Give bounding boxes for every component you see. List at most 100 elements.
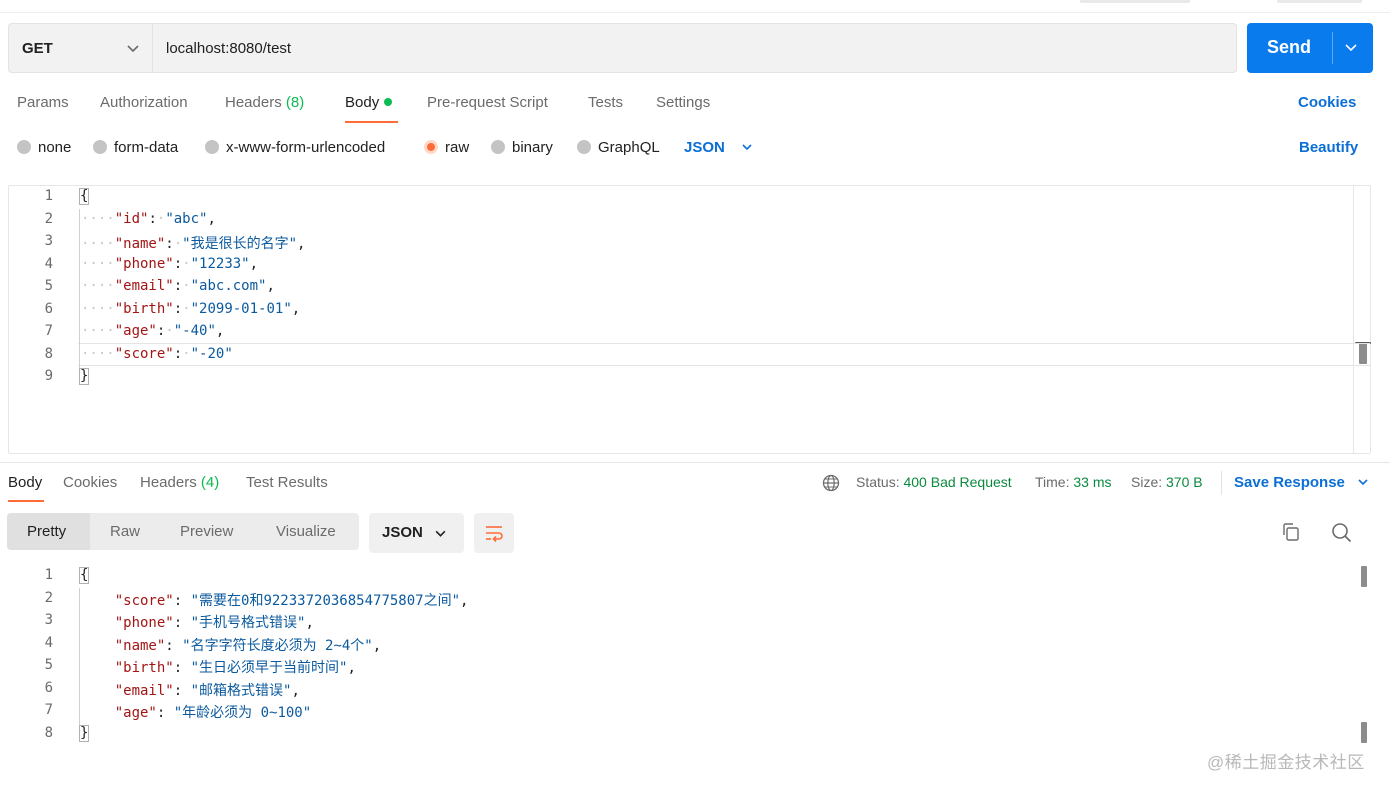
view-pretty[interactable]: Pretty (27, 523, 66, 540)
cookies-link[interactable]: Cookies (1298, 94, 1356, 111)
resp-tab-body[interactable]: Body (8, 474, 42, 491)
json-colon: :· (165, 236, 183, 252)
line-number: 8 (44, 724, 53, 741)
body-type-binary[interactable]: binary (491, 139, 553, 157)
brace: } (79, 724, 90, 742)
brace: } (79, 368, 90, 385)
json-key: "score" (114, 592, 174, 609)
tab-tests[interactable]: Tests (588, 94, 623, 111)
view-raw[interactable]: Raw (110, 523, 140, 540)
current-line-highlight (78, 343, 1370, 366)
body-type-graphql[interactable]: GraphQL (577, 139, 660, 157)
json-field-line: "age": "年龄必须为 0~100" (81, 702, 311, 722)
chevron-down-icon (127, 45, 139, 53)
resp-tab-cookies[interactable]: Cookies (63, 474, 117, 491)
tab-authorization[interactable]: Authorization (100, 94, 188, 111)
json-value: "-40" (173, 323, 216, 339)
send-button[interactable]: Send (1247, 23, 1373, 73)
chevron-down-icon[interactable] (1344, 40, 1358, 54)
status-value: 400 Bad Request (903, 474, 1012, 490)
radio-selected-icon (424, 140, 438, 154)
globe-icon[interactable] (822, 474, 840, 492)
indent-whitespace: ···· (81, 278, 115, 294)
resp-tab-headers-label: Headers (140, 474, 197, 491)
json-key: "name" (114, 637, 166, 654)
tab-body[interactable]: Body (345, 94, 393, 111)
chevron-down-icon (1358, 479, 1368, 486)
url-input[interactable]: localhost:8080/test (152, 23, 1237, 73)
line-number: 2 (44, 210, 53, 227)
response-scroll-thumb[interactable] (1361, 566, 1367, 587)
indent-whitespace: ···· (81, 300, 115, 317)
send-label: Send (1267, 37, 1312, 57)
view-preview[interactable]: Preview (180, 523, 233, 540)
tab-prerequest-script[interactable]: Pre-request Script (427, 94, 548, 111)
response-time[interactable]: Time: 33 ms (1035, 474, 1112, 490)
json-colon: : (173, 682, 191, 699)
open-brace: { (79, 567, 90, 584)
copy-icon[interactable] (1281, 522, 1301, 542)
json-field-line: ····"name":·"我是很长的名字", (81, 233, 305, 253)
save-response-button[interactable]: Save Response (1234, 474, 1369, 491)
radio-icon (93, 140, 107, 154)
json-separator: , (305, 615, 314, 631)
search-icon[interactable] (1331, 522, 1352, 543)
response-format-select[interactable]: JSON (369, 513, 464, 553)
response-scroll-thumb-lower[interactable] (1361, 722, 1367, 743)
top-strip (0, 0, 1390, 13)
json-value: "12233" (190, 255, 250, 272)
json-value: "我是很长的名字" (182, 236, 298, 252)
tab-headers[interactable]: Headers (8) (225, 94, 304, 111)
beautify-button[interactable]: Beautify (1299, 139, 1358, 156)
method-select[interactable]: GET (8, 23, 152, 73)
url-text: localhost:8080/test (166, 40, 292, 57)
body-type-form-data[interactable]: form-data (93, 139, 178, 157)
json-value: "年龄必须为 0~100" (173, 705, 312, 721)
json-value: "生日必须早于当前时间" (190, 660, 348, 676)
editor-scrollbar[interactable] (1353, 186, 1354, 453)
json-key: "score" (114, 345, 174, 362)
response-format-label: JSON (382, 524, 423, 541)
json-separator: , (266, 278, 275, 294)
json-separator: , (460, 592, 469, 609)
time-value: 33 ms (1073, 474, 1112, 490)
line-number: 6 (44, 300, 53, 317)
body-type-none-label: none (38, 139, 72, 156)
tab-settings[interactable]: Settings (656, 94, 710, 111)
tab-body-label: Body (345, 94, 380, 111)
tab-params[interactable]: Params (17, 94, 69, 111)
body-type-form-data-label: form-data (114, 139, 179, 156)
json-colon: :· (148, 210, 166, 227)
json-value: "2099-01-01" (190, 300, 292, 317)
view-visualize[interactable]: Visualize (276, 523, 336, 540)
chevron-down-icon (742, 144, 752, 151)
line-number: 2 (44, 589, 53, 606)
json-colon: : (165, 637, 183, 654)
size-value: 370 B (1166, 474, 1203, 490)
brace: { (79, 188, 90, 205)
body-type-urlencoded[interactable]: x-www-form-urlencoded (205, 139, 385, 157)
json-field-line: ····"score":·"-20" (81, 346, 233, 362)
json-field-line: "phone": "手机号格式错误", (81, 612, 314, 632)
body-type-raw[interactable]: raw (424, 139, 469, 157)
body-type-none[interactable]: none (17, 139, 71, 157)
meta-separator (1221, 471, 1222, 495)
json-colon: : (173, 615, 191, 631)
json-colon: : (156, 705, 174, 721)
response-size[interactable]: Size: 370 B (1131, 474, 1203, 490)
indent-whitespace: ···· (81, 323, 115, 339)
tab-remnant (1080, 0, 1190, 3)
wrap-lines-button[interactable] (474, 513, 514, 553)
pane-divider[interactable] (0, 462, 1390, 463)
raw-format-select[interactable]: JSON (684, 139, 753, 156)
response-status[interactable]: Status: 400 Bad Request (856, 474, 1012, 490)
close-brace: } (79, 724, 90, 742)
json-key: "birth" (114, 660, 174, 676)
json-key: "age" (114, 705, 157, 721)
resp-tab-headers[interactable]: Headers (4) (140, 474, 219, 491)
resp-tab-test-results[interactable]: Test Results (246, 474, 328, 491)
